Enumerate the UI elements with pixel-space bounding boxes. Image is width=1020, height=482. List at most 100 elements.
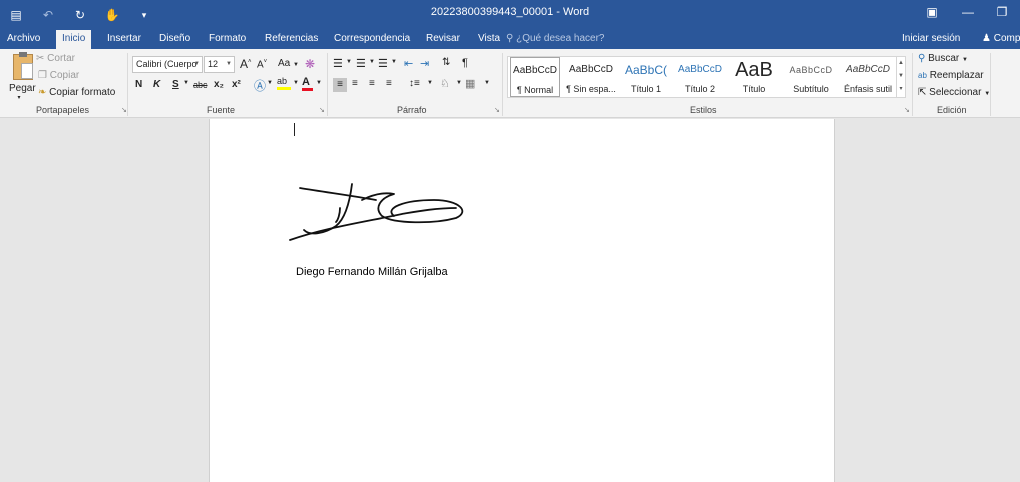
share-label: Comp	[993, 33, 1020, 44]
group-divider	[912, 53, 913, 116]
style-subtitle[interactable]: AaBbCcD Subtítulo	[784, 57, 838, 97]
group-divider	[990, 53, 991, 116]
bullets-icon[interactable]: ☰	[333, 57, 343, 70]
cut-button[interactable]: ✂ Cortar	[36, 53, 75, 64]
group-divider	[327, 53, 328, 116]
style-no-spacing[interactable]: AaBbCcD ¶ Sin espa...	[564, 57, 618, 97]
replace-button[interactable]: ab Reemplazar	[918, 70, 984, 81]
clipboard-launcher-icon[interactable]: ↘	[121, 106, 127, 114]
style-title[interactable]: AaB Título	[728, 57, 780, 97]
replace-icon: ab	[918, 71, 927, 80]
text-effects-icon[interactable]: Ⓐ	[254, 77, 266, 94]
chevron-down-icon[interactable]: ▼	[484, 80, 490, 86]
font-color-button[interactable]: A	[302, 76, 313, 91]
styles-launcher-icon[interactable]: ↘	[904, 106, 910, 114]
group-divider	[502, 53, 503, 116]
highlight-button[interactable]: ab	[277, 76, 291, 90]
minimize-icon[interactable]: —	[950, 0, 986, 24]
strikethrough-button[interactable]: abc	[193, 80, 208, 90]
line-spacing-icon[interactable]: ↕≡	[409, 78, 420, 89]
change-case-button[interactable]: Aa ▼	[278, 58, 299, 69]
style-heading-1[interactable]: AaBbC( Título 1	[620, 57, 672, 97]
chevron-down-icon[interactable]: ▼	[456, 80, 462, 86]
chevron-down-icon[interactable]: ▼	[391, 59, 397, 65]
tab-diseno[interactable]: Diseño	[159, 30, 190, 49]
superscript-button[interactable]: x²	[232, 79, 241, 90]
copy-button[interactable]: ❐ Copiar	[38, 70, 79, 81]
numbering-icon[interactable]: ☰	[356, 57, 366, 70]
tab-formato[interactable]: Formato	[209, 30, 246, 49]
paste-dropdown-icon[interactable]: ▾	[9, 94, 29, 101]
chevron-down-icon[interactable]: ▼	[369, 59, 375, 65]
chevron-down-icon[interactable]: ▼	[224, 57, 234, 72]
tab-referencias[interactable]: Referencias	[265, 30, 318, 49]
format-painter-button[interactable]: ❧ Copiar formato	[38, 87, 115, 98]
shrink-font-button[interactable]: A˅	[257, 59, 267, 70]
multilevel-list-icon[interactable]: ☰	[378, 57, 388, 70]
cut-label: Cortar	[47, 53, 75, 64]
select-button[interactable]: ⇱ Seleccionar ▼	[918, 87, 990, 98]
subscript-button[interactable]: x₂	[214, 79, 224, 90]
style-preview: AaBbCcD	[846, 64, 890, 75]
chevron-down-icon[interactable]: ▼	[192, 57, 202, 72]
increase-indent-icon[interactable]: ⇥	[420, 57, 429, 70]
style-subtle-emphasis[interactable]: AaBbCcD Énfasis sutil	[840, 57, 896, 97]
bold-button[interactable]: N	[135, 79, 142, 90]
sign-in-link[interactable]: Iniciar sesión	[902, 30, 960, 48]
styles-group-label: Estilos	[690, 105, 717, 115]
restore-icon[interactable]: ❐	[984, 0, 1020, 24]
document-page[interactable]	[209, 119, 835, 482]
justify-icon[interactable]: ≡	[386, 78, 392, 89]
italic-button[interactable]: K	[153, 79, 160, 90]
find-button[interactable]: ⚲ Buscar ▼	[918, 53, 968, 64]
shrink-font-icon: A	[257, 59, 264, 71]
tab-inicio[interactable]: Inicio	[56, 30, 92, 49]
style-heading-2[interactable]: AaBbCcD Título 2	[674, 57, 726, 97]
share-button[interactable]: ♟ Comp	[982, 30, 1020, 48]
decrease-indent-icon[interactable]: ⇤	[404, 57, 413, 70]
shading-icon[interactable]: ♘	[440, 77, 450, 90]
tab-revisar[interactable]: Revisar	[426, 30, 460, 49]
highlight-color-swatch	[277, 87, 291, 90]
clear-formatting-icon[interactable]: ❋	[305, 57, 315, 71]
ribbon-display-icon[interactable]: ▣	[914, 0, 950, 24]
editing-group-label: Edición	[937, 105, 967, 115]
clipboard-icon	[13, 52, 33, 80]
align-left-icon[interactable]: ≡	[333, 78, 347, 92]
chevron-down-icon[interactable]: ▼	[346, 59, 352, 65]
align-right-icon[interactable]: ≡	[369, 78, 375, 89]
show-marks-button[interactable]: ¶	[462, 57, 468, 69]
style-preview: AaBbCcD	[789, 65, 833, 75]
font-name-combo[interactable]: Calibri (Cuerpo ▼	[132, 56, 203, 73]
format-painter-label: Copiar formato	[49, 87, 116, 98]
font-size-combo[interactable]: 12 ▼	[204, 56, 235, 73]
chevron-down-icon[interactable]: ▼	[427, 80, 433, 86]
tell-me-box[interactable]: ⚲ ¿Qué desea hacer?	[506, 30, 605, 48]
sort-icon[interactable]: ⇅	[442, 57, 450, 68]
handwritten-signature	[289, 183, 464, 241]
tab-vista[interactable]: Vista	[478, 30, 500, 49]
font-launcher-icon[interactable]: ↘	[319, 106, 325, 114]
chevron-down-icon[interactable]: ▼	[316, 80, 322, 86]
more-styles-icon[interactable]: ▾	[897, 83, 905, 96]
paragraph-launcher-icon[interactable]: ↘	[494, 106, 500, 114]
chevron-up-icon[interactable]: ▲	[897, 57, 905, 70]
tab-correspondencia[interactable]: Correspondencia	[334, 30, 410, 49]
borders-icon[interactable]: ▦	[465, 77, 475, 90]
tab-insertar[interactable]: Insertar	[107, 30, 141, 49]
chevron-down-icon[interactable]: ▼	[293, 80, 299, 86]
grow-font-button[interactable]: A˄	[240, 57, 252, 71]
select-label: Seleccionar	[929, 87, 982, 98]
chevron-down-icon[interactable]: ▼	[183, 80, 189, 86]
paste-label: Pegar	[9, 83, 36, 94]
signer-name: Diego Fernando Millán Grijalba	[296, 266, 448, 278]
chevron-down-icon[interactable]: ▼	[267, 80, 273, 86]
tab-archivo[interactable]: Archivo	[7, 30, 40, 49]
align-center-icon[interactable]: ≡	[352, 78, 358, 89]
style-normal[interactable]: AaBbCcD ¶ Normal	[510, 57, 560, 97]
chevron-down-icon: ▼	[293, 62, 299, 68]
chevron-down-icon[interactable]: ▼	[897, 70, 905, 83]
paste-button[interactable]: Pegar ▾	[9, 52, 39, 106]
styles-scroll[interactable]: ▲ ▼ ▾	[896, 56, 906, 98]
underline-button[interactable]: S	[172, 79, 179, 90]
